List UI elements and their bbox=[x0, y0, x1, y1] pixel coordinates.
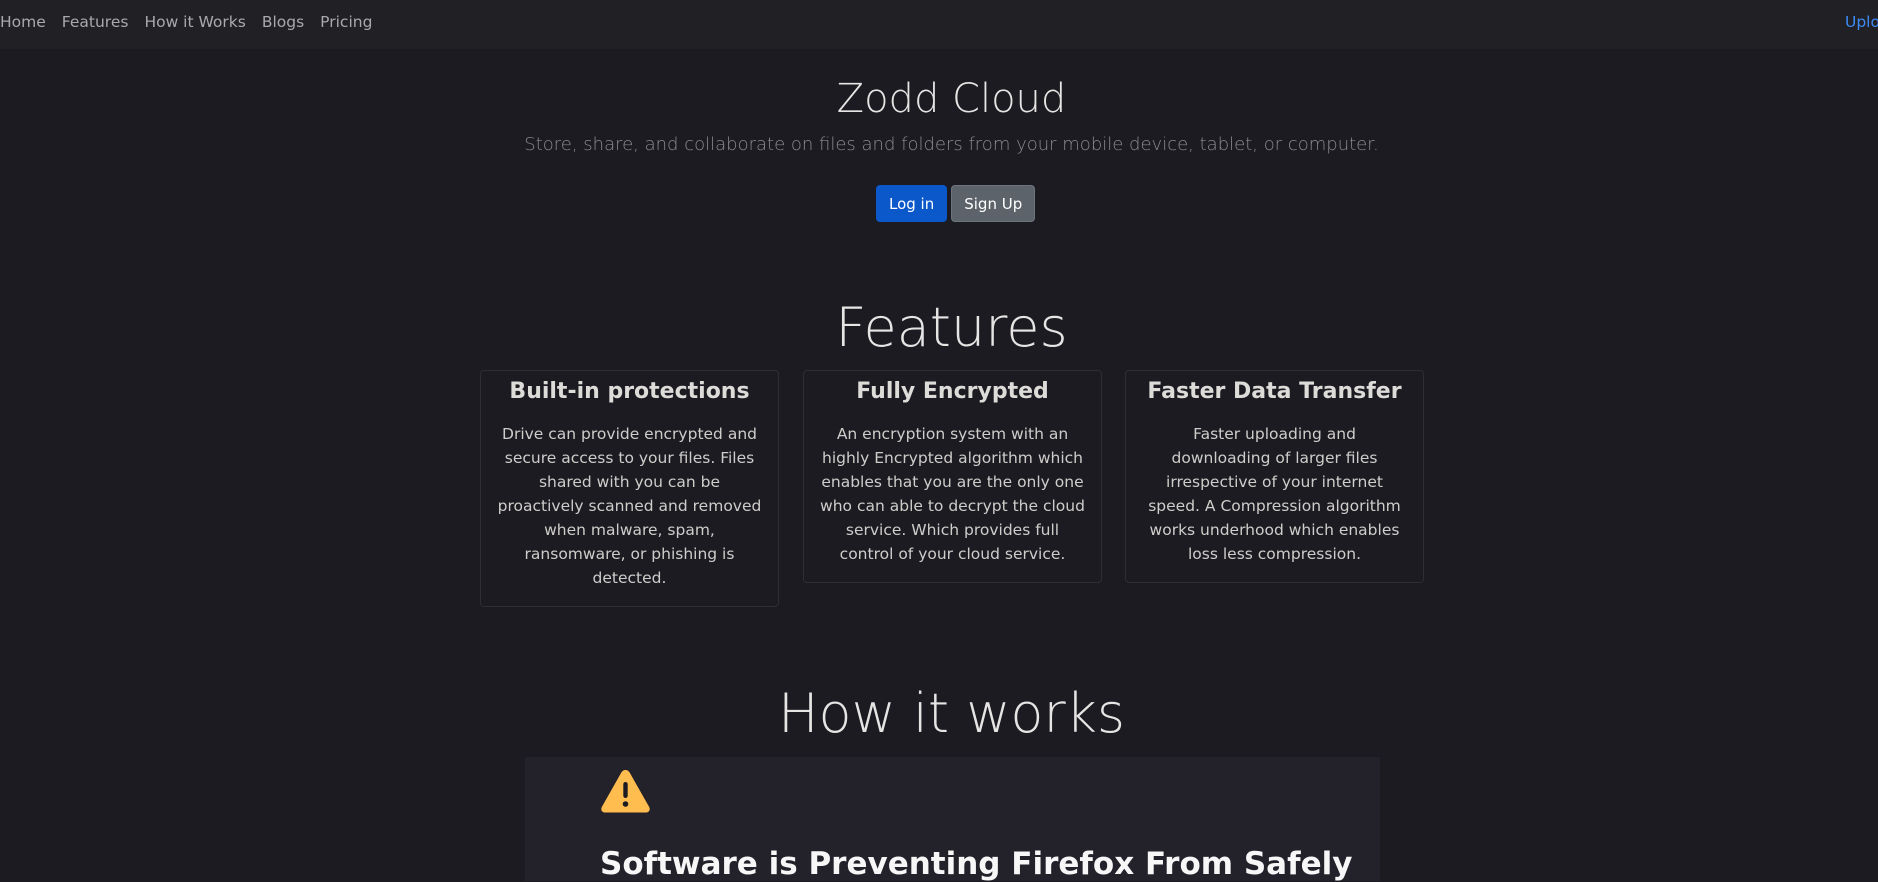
feature-card-text: Faster uploading and downloading of larg… bbox=[1148, 425, 1401, 563]
warning-triangle-icon bbox=[601, 770, 650, 813]
nav-link-upload[interactable]: Uplo bbox=[1845, 13, 1878, 31]
feature-card-encrypted: Fully Encrypted An encryption system wit… bbox=[803, 370, 1102, 583]
nav-link-blogs[interactable]: Blogs bbox=[262, 13, 304, 31]
feature-card-title: Fully Encrypted bbox=[856, 379, 1049, 404]
signup-button[interactable]: Sign Up bbox=[951, 185, 1036, 222]
features-heading: Features bbox=[835, 296, 1068, 359]
feature-card-title: Faster Data Transfer bbox=[1147, 379, 1402, 404]
how-it-works-heading: How it works bbox=[777, 682, 1126, 745]
feature-card-transfer: Faster Data Transfer Faster uploading an… bbox=[1125, 370, 1424, 583]
how-it-works-panel: Software is Preventing Firefox From Safe… bbox=[525, 757, 1380, 882]
hero-subtitle: Store, share, and collaborate on files a… bbox=[524, 134, 1379, 155]
nav-link-home[interactable]: Home bbox=[0, 13, 46, 31]
nav-link-pricing[interactable]: Pricing bbox=[320, 13, 372, 31]
feature-card-title: Built-in protections bbox=[509, 379, 750, 404]
nav-links: Home Features How it Works Blogs Pricing bbox=[0, 13, 388, 31]
error-page-title: Software is Preventing Firefox From Safe… bbox=[600, 846, 1353, 882]
hero-buttons: Log in Sign Up bbox=[876, 185, 1036, 222]
navbar: Home Features How it Works Blogs Pricing… bbox=[0, 0, 1878, 49]
hero-title: Zodd Cloud bbox=[836, 76, 1067, 122]
nav-link-features[interactable]: Features bbox=[62, 13, 129, 31]
feature-card-protections: Built-in protections Drive can provide e… bbox=[480, 370, 779, 607]
feature-card-text: Drive can provide encrypted and secure a… bbox=[497, 425, 762, 587]
nav-link-how-it-works[interactable]: How it Works bbox=[144, 13, 245, 31]
login-button[interactable]: Log in bbox=[876, 185, 948, 222]
feature-card-text: An encryption system with an highly Encr… bbox=[820, 425, 1085, 563]
